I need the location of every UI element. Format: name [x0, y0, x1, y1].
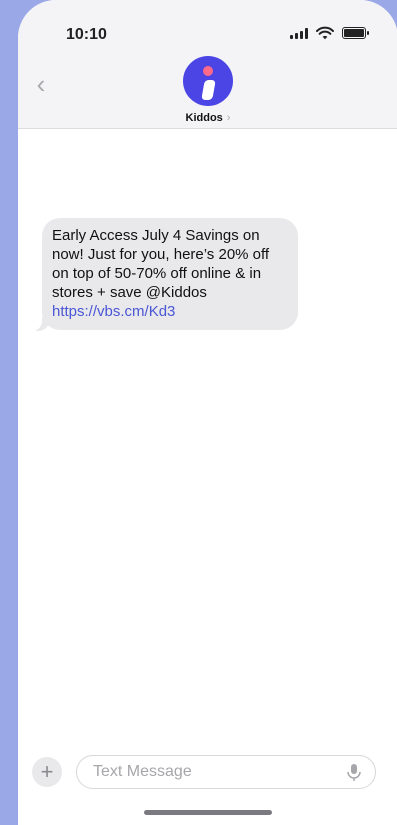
- info-avatar-icon: [203, 66, 213, 76]
- messages-header: 10:10 ‹ Kiddos ›: [18, 0, 397, 129]
- status-icons: [290, 26, 369, 40]
- info-avatar-bar: [201, 80, 216, 100]
- message-link[interactable]: https://vbs.cm/Kd3: [52, 302, 288, 321]
- wifi-icon: [316, 26, 334, 40]
- chevron-right-icon: ›: [226, 112, 231, 124]
- contact-header[interactable]: Kiddos ›: [183, 56, 233, 124]
- text-message-input[interactable]: [91, 762, 335, 782]
- message-input-field[interactable]: [76, 755, 376, 789]
- add-attachment-button[interactable]: +: [32, 757, 62, 787]
- message-composer: +: [18, 745, 397, 825]
- microphone-icon[interactable]: [345, 763, 363, 783]
- status-time: 10:10: [66, 26, 107, 43]
- battery-level: [344, 29, 364, 37]
- contact-name-row[interactable]: Kiddos ›: [186, 112, 231, 124]
- home-indicator: [144, 810, 272, 815]
- message-bubble: Early Access July 4 Savings on now! Just…: [32, 218, 298, 331]
- back-button[interactable]: ‹: [30, 70, 52, 98]
- message-text: Early Access July 4 Savings on now! Just…: [52, 227, 270, 301]
- contact-name: Kiddos: [185, 112, 223, 124]
- plus-icon: +: [40, 759, 54, 784]
- cellular-signal-icon: [290, 27, 308, 39]
- chevron-left-icon: ‹: [36, 69, 46, 99]
- battery-icon: [342, 27, 369, 39]
- phone-screen: 10:10 ‹ Kiddos › Early Access July 4 Sav…: [18, 0, 397, 825]
- contact-avatar[interactable]: [183, 56, 233, 106]
